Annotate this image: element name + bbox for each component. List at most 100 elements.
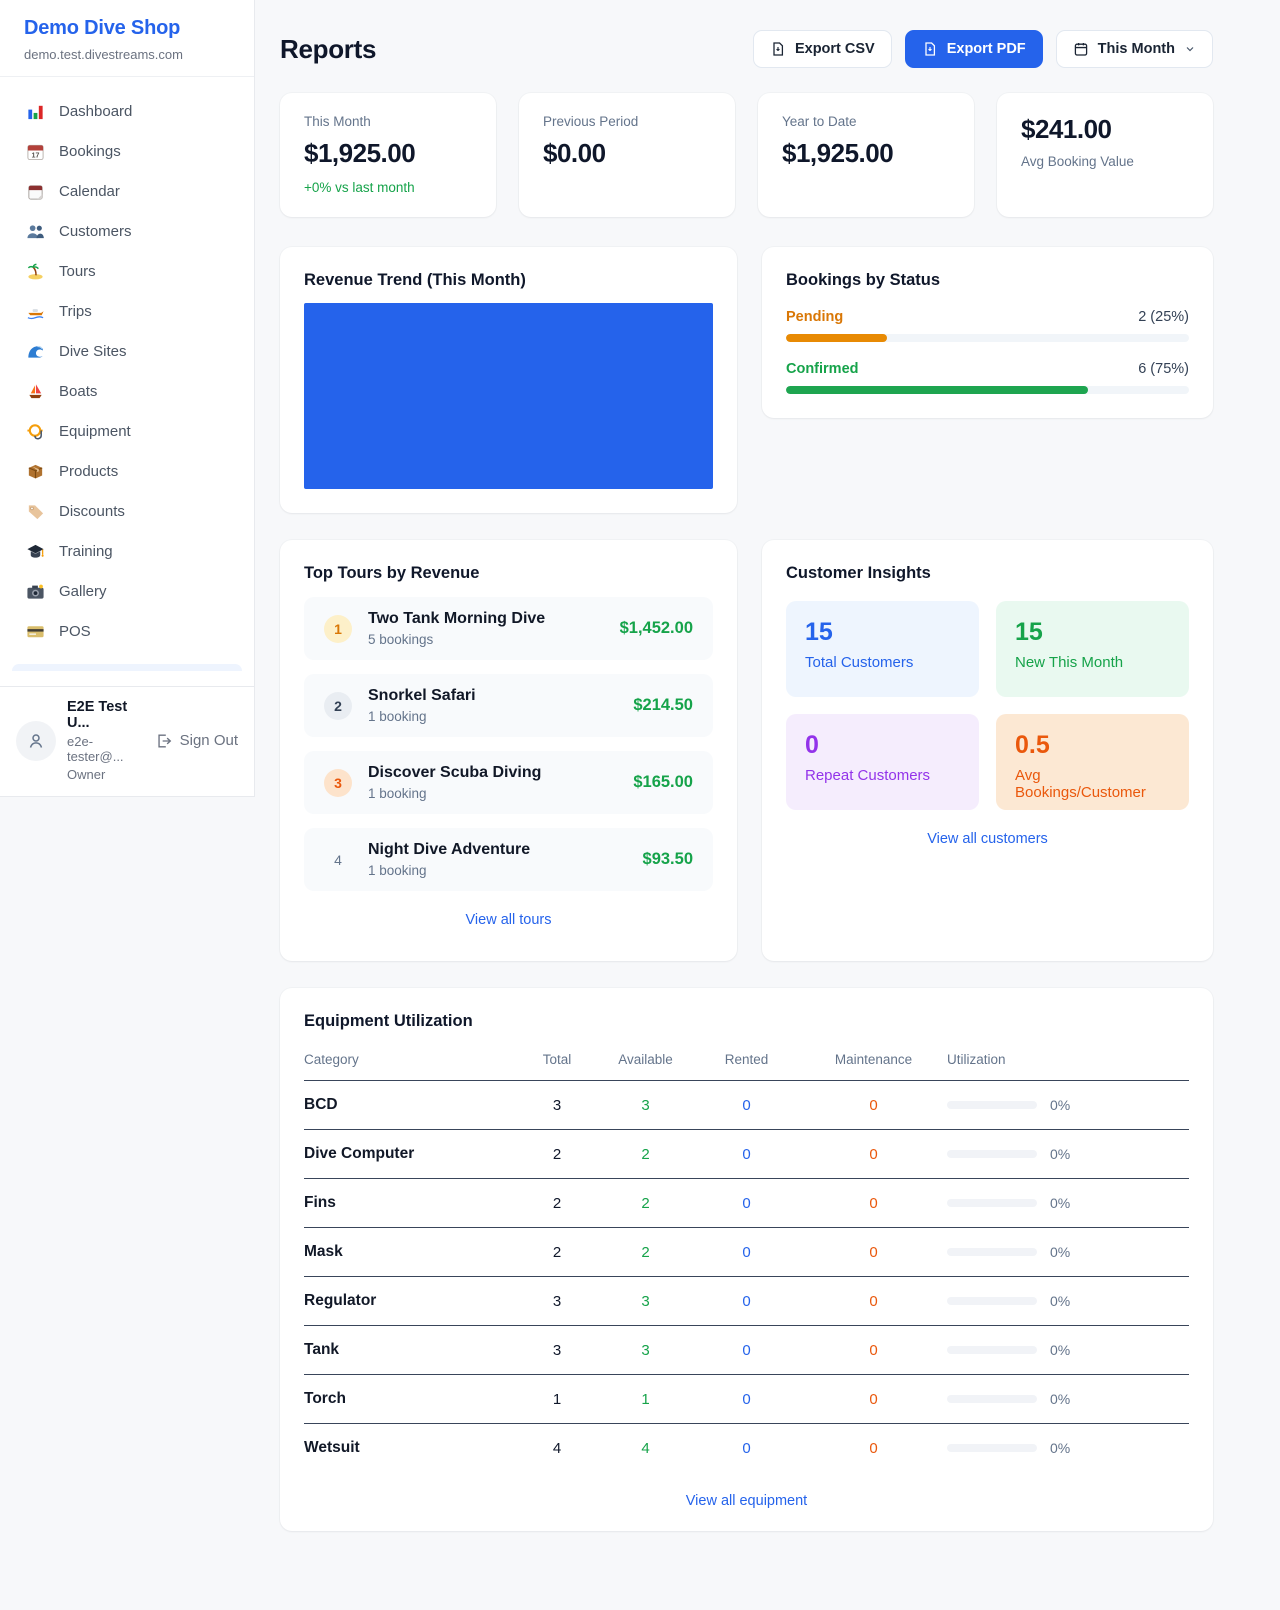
cell-category: Wetsuit (304, 1424, 516, 1473)
tour-revenue: $214.50 (633, 696, 693, 715)
sidebar-item-label: Gallery (59, 583, 107, 600)
sidebar-item-label: Training (59, 543, 113, 560)
cell-rented: 0 (693, 1277, 800, 1326)
table-row: BCD 3 3 0 0 0% (304, 1081, 1189, 1130)
export-pdf-button[interactable]: Export PDF (905, 30, 1043, 68)
utilization-percent: 0% (1050, 1391, 1070, 1407)
boats-sailboat-icon (26, 382, 45, 401)
utilization-percent: 0% (1050, 1293, 1070, 1309)
status-label: Pending (786, 309, 843, 325)
cell-rented: 0 (693, 1375, 800, 1424)
cell-category: Mask (304, 1228, 516, 1277)
bookings-by-status-card: Bookings by Status Pending 2 (25%) Confi… (762, 247, 1213, 418)
sidebar-user: E2E Test U... e2e-tester@... Owner Sign … (0, 686, 254, 796)
sidebar-item-tours[interactable]: Tours (12, 252, 242, 291)
utilization-bar (947, 1150, 1037, 1158)
stat-value: $1,925.00 (304, 138, 472, 169)
sidebar-item-label: Dashboard (59, 103, 132, 120)
calendar-outline-icon (1073, 41, 1089, 57)
utilization-percent: 0% (1050, 1195, 1070, 1211)
stat-delta: +0% vs last month (304, 180, 472, 195)
status-value: 2 (25%) (1138, 309, 1189, 325)
cell-maintenance: 0 (800, 1228, 947, 1277)
tour-row: 4 Night Dive Adventure 1 booking $93.50 (304, 828, 713, 891)
sidebar-item-training[interactable]: Training (12, 532, 242, 571)
table-row: Dive Computer 2 2 0 0 0% (304, 1130, 1189, 1179)
progress-fill (786, 386, 1088, 394)
view-all-tours-link[interactable]: View all tours (304, 912, 713, 928)
sidebar-item-discounts[interactable]: Discounts (12, 492, 242, 531)
training-cap-icon (26, 542, 45, 561)
sidebar-item-products[interactable]: Products (12, 452, 242, 491)
cell-available: 4 (598, 1424, 693, 1473)
sidebar-item-equipment[interactable]: Equipment (12, 412, 242, 451)
view-all-customers-link[interactable]: View all customers (786, 831, 1189, 847)
cell-category: Tank (304, 1326, 516, 1375)
sidebar-item-reports-active[interactable] (12, 664, 242, 671)
equipment-table: Category Total Available Rented Maintena… (304, 1052, 1189, 1472)
insight-tile-new-this-month: 15 New This Month (996, 601, 1189, 697)
insight-value: 15 (1015, 618, 1170, 647)
cell-total: 3 (516, 1326, 598, 1375)
cell-maintenance: 0 (800, 1130, 947, 1179)
status-label: Confirmed (786, 361, 859, 377)
column-header-total: Total (516, 1052, 598, 1081)
file-download-icon (770, 41, 786, 57)
rank-badge: 2 (324, 692, 352, 720)
progress-fill (786, 334, 887, 342)
sidebar-item-customers[interactable]: Customers (12, 212, 242, 251)
cell-rented: 0 (693, 1228, 800, 1277)
top-tours-title: Top Tours by Revenue (304, 564, 713, 583)
sidebar-item-gallery[interactable]: Gallery (12, 572, 242, 611)
sign-out-button[interactable]: Sign Out (155, 732, 238, 750)
export-csv-button[interactable]: Export CSV (753, 30, 892, 68)
shop-title: Demo Dive Shop (24, 17, 230, 40)
rank-badge: 1 (324, 615, 352, 643)
utilization-bar (947, 1444, 1037, 1452)
sidebar-item-bookings[interactable]: 17 Bookings (12, 132, 242, 171)
sidebar-item-label: Boats (59, 383, 97, 400)
customers-icon (26, 222, 45, 241)
period-dropdown[interactable]: This Month (1056, 30, 1213, 68)
pos-card-icon (26, 622, 45, 641)
customer-insights-title: Customer Insights (786, 564, 1189, 583)
cell-rented: 0 (693, 1424, 800, 1473)
cell-maintenance: 0 (800, 1326, 947, 1375)
cell-maintenance: 0 (800, 1424, 947, 1473)
svg-text:17: 17 (32, 152, 40, 160)
top-tours-card: Top Tours by Revenue 1 Two Tank Morning … (280, 540, 737, 961)
insight-tile-total-customers: 15 Total Customers (786, 601, 979, 697)
cell-total: 2 (516, 1179, 598, 1228)
user-name: E2E Test U... (67, 699, 144, 731)
sidebar-item-label: Equipment (59, 423, 131, 440)
cell-category: Torch (304, 1375, 516, 1424)
cell-available: 3 (598, 1326, 693, 1375)
sidebar-item-boats[interactable]: Boats (12, 372, 242, 411)
utilization-bar (947, 1101, 1037, 1109)
sidebar-item-calendar[interactable]: Calendar (12, 172, 242, 211)
sidebar-item-label: Tours (59, 263, 96, 280)
tour-row: 1 Two Tank Morning Dive 5 bookings $1,45… (304, 597, 713, 660)
sidebar-item-trips[interactable]: Trips (12, 292, 242, 331)
cell-total: 1 (516, 1375, 598, 1424)
user-info: E2E Test U... e2e-tester@... Owner (67, 699, 144, 782)
stat-value: $1,925.00 (782, 138, 950, 169)
tour-bookings: 1 booking (368, 863, 627, 878)
status-row-pending: Pending 2 (25%) (786, 309, 1189, 342)
view-all-equipment-link[interactable]: View all equipment (304, 1493, 1189, 1509)
sidebar-item-dashboard[interactable]: Dashboard (12, 92, 242, 131)
cell-total: 4 (516, 1424, 598, 1473)
column-header-rented: Rented (693, 1052, 800, 1081)
stat-label: Year to Date (782, 114, 950, 129)
tour-row: 2 Snorkel Safari 1 booking $214.50 (304, 674, 713, 737)
table-row: Wetsuit 4 4 0 0 0% (304, 1424, 1189, 1473)
sidebar-item-label: Trips (59, 303, 92, 320)
stat-card-previous-period: Previous Period $0.00 (519, 93, 735, 217)
stat-label: Avg Booking Value (1021, 154, 1189, 169)
sidebar-item-pos[interactable]: POS (12, 612, 242, 651)
sidebar-item-dive-sites[interactable]: Dive Sites (12, 332, 242, 371)
cell-maintenance: 0 (800, 1375, 947, 1424)
revenue-trend-card: Revenue Trend (This Month) (280, 247, 737, 513)
rank-badge: 3 (324, 769, 352, 797)
user-role: Owner (67, 767, 144, 782)
